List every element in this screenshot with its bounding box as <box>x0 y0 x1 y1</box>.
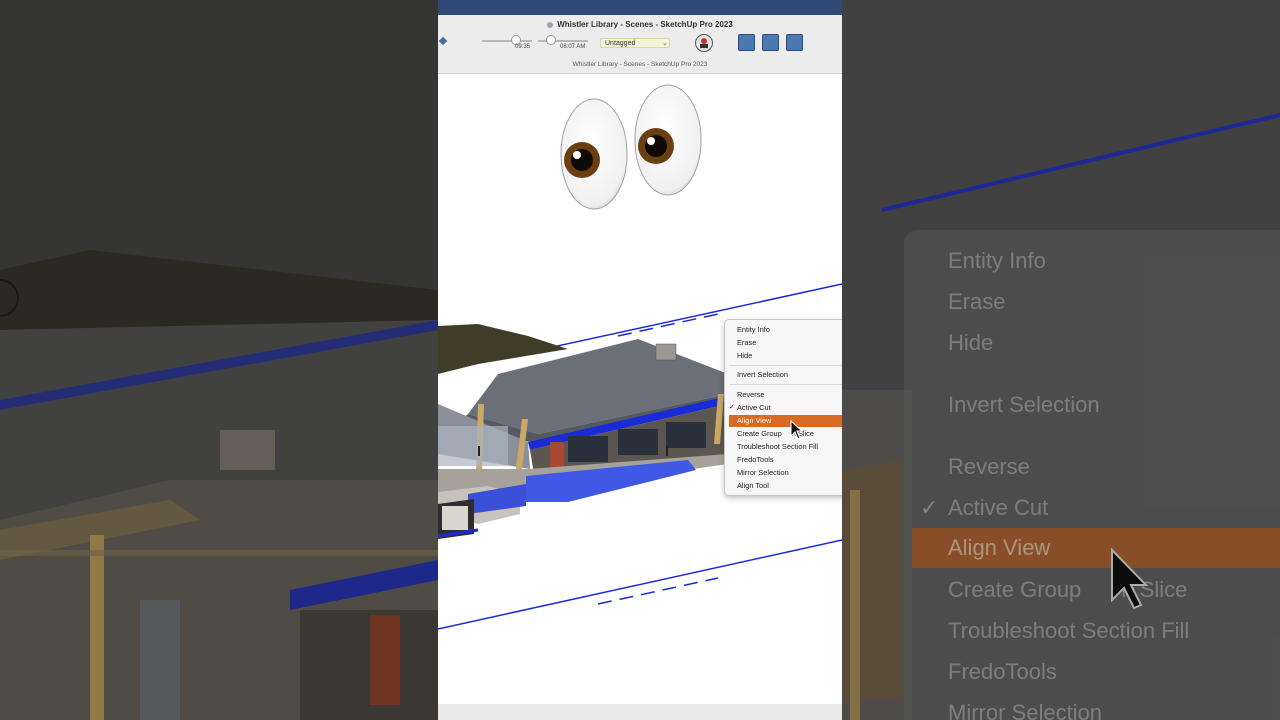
menu-item-reverse[interactable]: Reverse <box>737 390 765 399</box>
title-bar: Whistler Library - Scenes - SketchUp Pro… <box>438 15 842 74</box>
menu-item-mirror-selection[interactable]: Mirror Selection <box>737 468 789 477</box>
dim-overlay-right <box>842 0 1280 720</box>
menu-separator <box>729 384 842 385</box>
toolbar-left-icon[interactable] <box>438 36 448 46</box>
menu-item-align-view[interactable]: Align View <box>737 416 771 425</box>
menu-item-fredotools[interactable]: FredoTools <box>737 455 774 464</box>
menu-item-troubleshoot-section-fill[interactable]: Troubleshoot Section Fill <box>737 442 818 451</box>
sketchup-window: Whistler Library - Scenes - SketchUp Pro… <box>438 0 842 720</box>
document-icon <box>547 21 554 28</box>
window-subtitle: Whistler Library - Scenes - SketchUp Pro… <box>572 61 708 68</box>
user-avatar-icon[interactable] <box>695 34 713 52</box>
menu-item-entity-info[interactable]: Entity Info <box>737 325 770 334</box>
window-title: Whistler Library - Scenes - SketchUp Pro… <box>438 20 842 29</box>
tool-button-1[interactable] <box>738 34 755 51</box>
menu-item-erase[interactable]: Erase <box>737 338 756 347</box>
dim-overlay-left <box>0 0 438 720</box>
menu-item-hide[interactable]: Hide <box>737 351 752 360</box>
chevron-down-icon[interactable]: ⌄ <box>662 39 668 47</box>
date-slider-knob[interactable] <box>546 35 556 45</box>
time-right-label: 08:07 AM <box>560 44 586 50</box>
window-top-strip <box>438 0 842 15</box>
checkmark-icon: ✓ <box>729 404 735 411</box>
tool-button-3[interactable] <box>786 34 803 51</box>
status-bar <box>438 704 842 720</box>
mouse-cursor-icon <box>790 420 804 440</box>
menu-item-align-tool[interactable]: Align Tool <box>737 481 769 490</box>
menu-separator <box>729 365 842 366</box>
context-menu: Entity Info Erase Hide Invert Selection … <box>724 319 842 496</box>
time-slider-track[interactable] <box>482 40 532 42</box>
menu-item-active-cut[interactable]: Active Cut <box>737 403 771 412</box>
eyes-emoji-icon <box>560 84 702 210</box>
menu-item-invert-selection[interactable]: Invert Selection <box>737 370 788 379</box>
tag-select[interactable]: Untagged <box>600 38 670 48</box>
time-left-label: 09:35 <box>515 44 531 50</box>
tool-button-2[interactable] <box>762 34 779 51</box>
